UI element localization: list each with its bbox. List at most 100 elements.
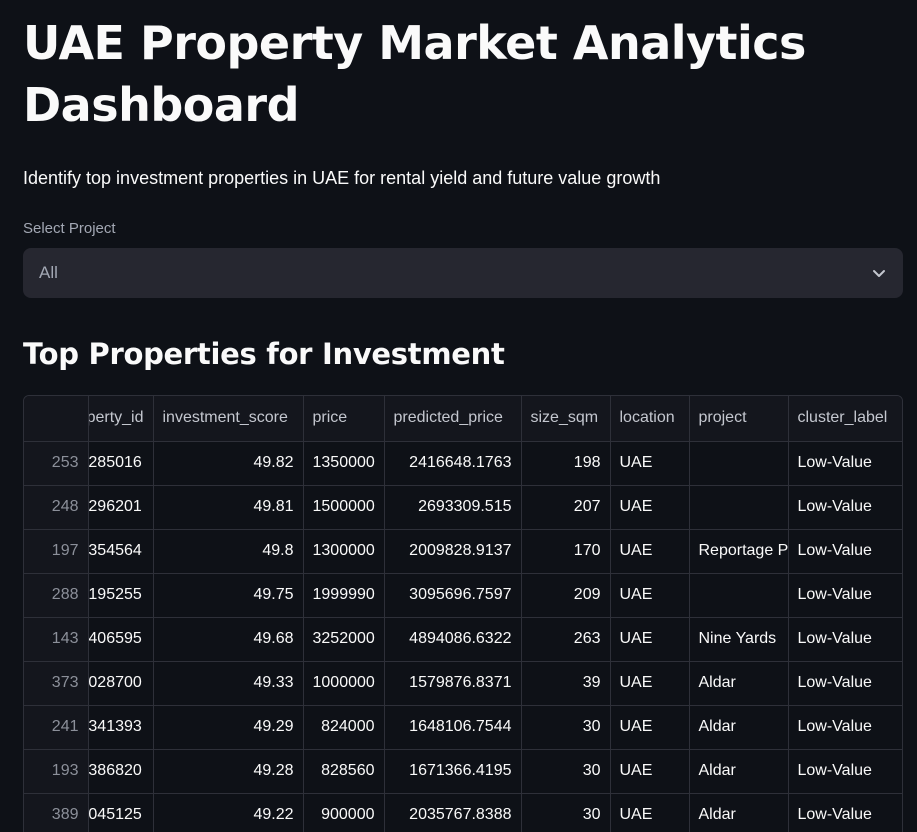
property-id-cell[interactable]: 3386820 [88, 749, 154, 794]
project-cell[interactable]: Nine Yards [689, 617, 789, 662]
investment-score-cell[interactable]: 49.29 [153, 705, 304, 750]
price-cell[interactable]: 3252000 [303, 617, 385, 662]
price-cell[interactable]: 1999990 [303, 573, 385, 618]
column-header-price[interactable]: price [303, 396, 385, 442]
investment-score-cell[interactable]: 49.33 [153, 661, 304, 706]
row-index-cell[interactable]: 288 [24, 573, 89, 618]
size-sqm-cell[interactable]: 30 [521, 705, 611, 750]
table-row[interactable]: 253328501649.8213500002416648.1763198UAE… [24, 441, 902, 486]
cluster-label-cell[interactable]: Low-Value [788, 661, 902, 706]
cluster-label-cell[interactable]: Low-Value [788, 705, 902, 750]
size-sqm-cell[interactable]: 263 [521, 617, 611, 662]
size-sqm-cell[interactable]: 209 [521, 573, 611, 618]
property-id-cell[interactable]: 3195255 [88, 573, 154, 618]
price-cell[interactable]: 900000 [303, 793, 385, 832]
predicted-price-cell[interactable]: 3095696.7597 [384, 573, 522, 618]
size-sqm-cell[interactable]: 39 [521, 661, 611, 706]
price-cell[interactable]: 824000 [303, 705, 385, 750]
column-header-investment-score[interactable]: investment_score [153, 396, 304, 442]
location-cell[interactable]: UAE [610, 705, 690, 750]
predicted-price-cell[interactable]: 4894086.6322 [384, 617, 522, 662]
investment-score-cell[interactable]: 49.75 [153, 573, 304, 618]
location-cell[interactable]: UAE [610, 529, 690, 574]
project-cell[interactable]: Aldar [689, 793, 789, 832]
predicted-price-cell[interactable]: 1648106.7544 [384, 705, 522, 750]
investment-score-cell[interactable]: 49.28 [153, 749, 304, 794]
row-index-cell[interactable]: 373 [24, 661, 89, 706]
column-header-cluster-label[interactable]: cluster_label [788, 396, 902, 442]
column-header-predicted-price[interactable]: predicted_price [384, 396, 522, 442]
row-index-cell[interactable]: 193 [24, 749, 89, 794]
row-index-cell[interactable]: 197 [24, 529, 89, 574]
location-cell[interactable]: UAE [610, 441, 690, 486]
table-row[interactable]: 193338682049.288285601671366.419530UAEAl… [24, 749, 902, 794]
location-cell[interactable]: UAE [610, 661, 690, 706]
cluster-label-cell[interactable]: Low-Value [788, 749, 902, 794]
cluster-label-cell[interactable]: Low-Value [788, 441, 902, 486]
property-id-cell[interactable]: 3296201 [88, 485, 154, 530]
cluster-label-cell[interactable]: Low-Value [788, 793, 902, 832]
investment-score-cell[interactable]: 49.82 [153, 441, 304, 486]
table-row[interactable]: 373302870049.3310000001579876.837139UAEA… [24, 661, 902, 706]
price-cell[interactable]: 828560 [303, 749, 385, 794]
column-header-size-sqm[interactable]: size_sqm [521, 396, 611, 442]
cluster-label-cell[interactable]: Low-Value [788, 529, 902, 574]
property-id-cell[interactable]: 3285016 [88, 441, 154, 486]
size-sqm-cell[interactable]: 198 [521, 441, 611, 486]
predicted-price-cell[interactable]: 2035767.8388 [384, 793, 522, 832]
price-cell[interactable]: 1300000 [303, 529, 385, 574]
project-cell[interactable] [689, 441, 789, 486]
predicted-price-cell[interactable]: 2693309.515 [384, 485, 522, 530]
project-select[interactable]: All [23, 248, 903, 298]
cluster-label-cell[interactable]: Low-Value [788, 485, 902, 530]
size-sqm-cell[interactable]: 170 [521, 529, 611, 574]
predicted-price-cell[interactable]: 2009828.9137 [384, 529, 522, 574]
size-sqm-cell[interactable]: 30 [521, 749, 611, 794]
size-sqm-cell[interactable]: 30 [521, 793, 611, 832]
location-cell[interactable]: UAE [610, 573, 690, 618]
table-row[interactable]: 248329620149.8115000002693309.515207UAE L… [24, 485, 902, 530]
predicted-price-cell[interactable]: 1671366.4195 [384, 749, 522, 794]
property-id-cell[interactable]: 3045125 [88, 793, 154, 832]
table-row[interactable]: 288319525549.7519999903095696.7597209UAE… [24, 573, 902, 618]
row-index-cell[interactable]: 143 [24, 617, 89, 662]
column-header-location[interactable]: location [610, 396, 690, 442]
index-column-header[interactable] [24, 396, 89, 442]
table-row[interactable]: 143340659549.6832520004894086.6322263UAE… [24, 617, 902, 662]
investment-score-cell[interactable]: 49.22 [153, 793, 304, 832]
location-cell[interactable]: UAE [610, 485, 690, 530]
price-cell[interactable]: 1500000 [303, 485, 385, 530]
project-cell[interactable]: Aldar [689, 749, 789, 794]
row-index-cell[interactable]: 248 [24, 485, 89, 530]
price-cell[interactable]: 1350000 [303, 441, 385, 486]
cluster-label-cell[interactable]: Low-Value [788, 617, 902, 662]
row-index-cell[interactable]: 241 [24, 705, 89, 750]
row-index-cell[interactable]: 253 [24, 441, 89, 486]
column-header-property-id[interactable]: perty_id [88, 396, 154, 442]
predicted-price-cell[interactable]: 2416648.1763 [384, 441, 522, 486]
column-header-project[interactable]: project [689, 396, 789, 442]
investment-score-cell[interactable]: 49.68 [153, 617, 304, 662]
project-cell[interactable]: Aldar [689, 705, 789, 750]
property-id-cell[interactable]: 3354564 [88, 529, 154, 574]
properties-table[interactable]: perty_id investment_score price predicte… [23, 395, 903, 832]
property-id-cell[interactable]: 3406595 [88, 617, 154, 662]
predicted-price-cell[interactable]: 1579876.8371 [384, 661, 522, 706]
row-index-cell[interactable]: 389 [24, 793, 89, 832]
location-cell[interactable]: UAE [610, 617, 690, 662]
project-cell[interactable]: Aldar [689, 661, 789, 706]
size-sqm-cell[interactable]: 207 [521, 485, 611, 530]
project-cell[interactable] [689, 573, 789, 618]
project-cell[interactable]: Reportage P [689, 529, 789, 574]
investment-score-cell[interactable]: 49.81 [153, 485, 304, 530]
project-cell[interactable] [689, 485, 789, 530]
cluster-label-cell[interactable]: Low-Value [788, 573, 902, 618]
property-id-cell[interactable]: 3341393 [88, 705, 154, 750]
price-cell[interactable]: 1000000 [303, 661, 385, 706]
investment-score-cell[interactable]: 49.8 [153, 529, 304, 574]
table-row[interactable]: 241334139349.298240001648106.754430UAEAl… [24, 705, 902, 750]
location-cell[interactable]: UAE [610, 749, 690, 794]
location-cell[interactable]: UAE [610, 793, 690, 832]
table-row[interactable]: 197335456449.813000002009828.9137170UAER… [24, 529, 902, 574]
property-id-cell[interactable]: 3028700 [88, 661, 154, 706]
